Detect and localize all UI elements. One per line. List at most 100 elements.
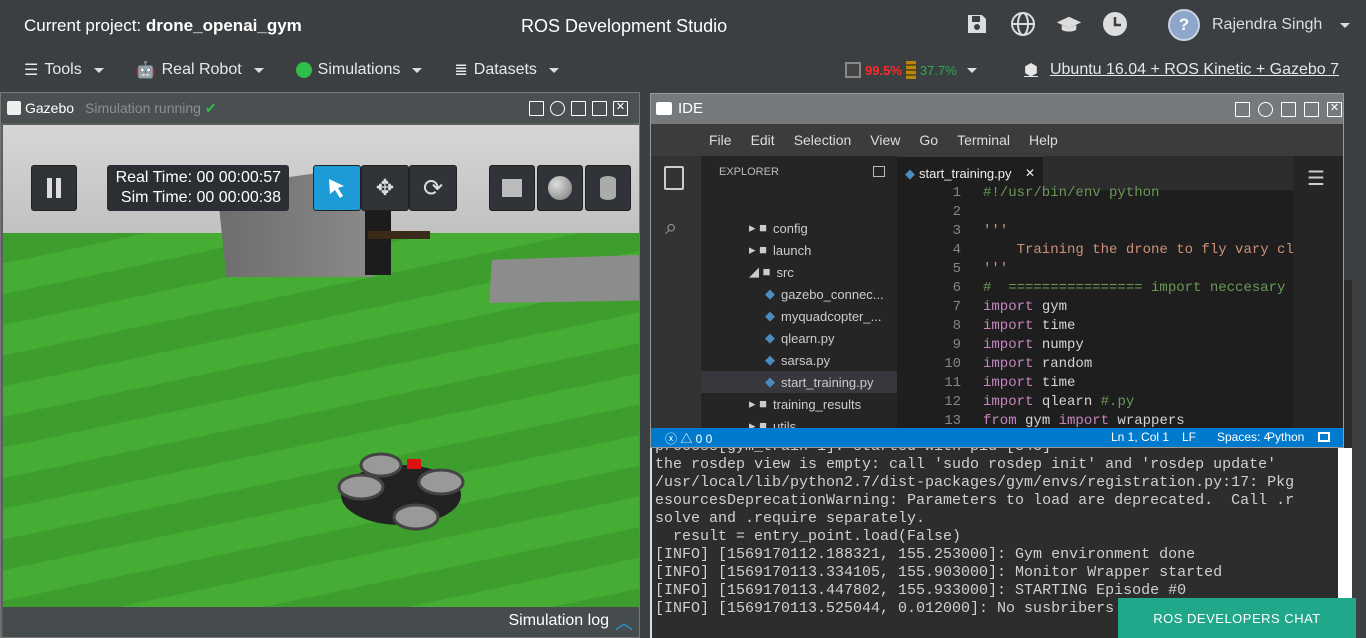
developers-chat-button[interactable]: ROS DEVELOPERS CHAT xyxy=(1118,598,1356,638)
close-icon[interactable]: ✕ xyxy=(1327,102,1342,117)
cylinder-shape-button[interactable] xyxy=(585,165,631,211)
user-menu[interactable]: ? Rajendra Singh xyxy=(1168,9,1351,41)
end-of-line[interactable]: LF xyxy=(1182,430,1196,444)
menu-icon: ☰ xyxy=(24,62,39,79)
save-icon[interactable] xyxy=(964,8,990,40)
terminal-line: the rosdep view is empty: call 'sudo ros… xyxy=(655,456,1277,473)
terminal-line: solve and .require separately. xyxy=(655,510,926,527)
refresh-icon[interactable] xyxy=(1258,102,1273,117)
close-tab-icon[interactable]: ✕ xyxy=(1025,166,1035,180)
real-robot-menu[interactable]: 🤖 Real Robot xyxy=(136,60,264,80)
line-number: 11 xyxy=(944,375,961,391)
list-item[interactable]: ◆ gazebo_connec... xyxy=(701,283,897,305)
studio-title: ROS Development Studio xyxy=(521,16,728,36)
refresh-icon[interactable] xyxy=(550,101,565,116)
resource-stats[interactable]: 99.5% 37.7% xyxy=(845,61,977,79)
list-item[interactable]: ▸ ■ training_results xyxy=(701,393,897,415)
database-icon: ≣ xyxy=(454,62,468,79)
python-file-icon: ◆ xyxy=(765,352,775,367)
sim-time: Sim Time: 00 00:00:38 xyxy=(120,189,281,206)
tab-label: start_training.py xyxy=(919,166,1012,181)
graduation-cap-icon[interactable] xyxy=(1056,8,1082,40)
restore-window-icon[interactable] xyxy=(529,101,544,116)
ide-window: IDE ✕ File Edit Selection View Go Terminal Hel… xyxy=(650,93,1344,448)
ide-menu-selection[interactable]: Selection xyxy=(794,132,852,148)
ide-menu-go[interactable]: Go xyxy=(919,132,938,148)
select-tool-button[interactable] xyxy=(313,165,361,211)
folder-icon: ◢ ■ xyxy=(749,264,771,279)
folder-icon: ▸ ■ xyxy=(749,418,767,428)
python-file-icon: ◆ xyxy=(765,286,775,301)
line-number: 9 xyxy=(952,337,961,353)
tools-label: Tools xyxy=(44,61,82,78)
list-item[interactable]: ◆ start_training.py xyxy=(701,371,897,393)
sphere-shape-button[interactable] xyxy=(537,165,583,211)
file-label: myquadcopter_... xyxy=(781,308,882,324)
panel-toggle-icon[interactable] xyxy=(1318,432,1330,442)
language-mode[interactable]: Python xyxy=(1267,430,1304,444)
minimize-icon[interactable] xyxy=(571,101,586,116)
chevron-down-icon xyxy=(93,67,104,73)
list-item[interactable]: ▸ ■ launch xyxy=(701,239,897,261)
code-editor[interactable]: ◆ start_training.py ✕ 1 #!/usr/bin/env pyth… xyxy=(897,156,1293,428)
cursor-position[interactable]: Ln 1, Col 1 xyxy=(1111,430,1169,444)
python-file-icon: ◆ xyxy=(765,308,775,323)
file-explorer: EXPLORER ▸ ■ config ▸ ■ launch ◢ ■ src ◆ gazebo… xyxy=(701,156,897,428)
translate-tool-button[interactable]: ✥ xyxy=(361,165,409,211)
ide-menubar: File Edit Selection View Go Terminal Help xyxy=(651,124,1343,156)
search-icon[interactable]: ⌕ xyxy=(665,214,677,240)
datasets-menu[interactable]: ≣ Datasets xyxy=(454,60,559,80)
ide-menu-file[interactable]: File xyxy=(709,132,732,148)
list-item[interactable]: ◆ myquadcopter_... xyxy=(701,305,897,327)
rotate-tool-button[interactable]: ⟳ xyxy=(409,165,457,211)
file-label: qlearn.py xyxy=(781,330,835,346)
line-number: 13 xyxy=(944,413,961,428)
list-item[interactable]: ▸ ■ config xyxy=(701,217,897,239)
problems-indicator[interactable]: ⓧ △ 0 0 xyxy=(665,430,712,447)
ide-menu-help[interactable]: Help xyxy=(1029,132,1058,148)
line-number: 1 xyxy=(952,185,961,201)
collapse-all-icon[interactable] xyxy=(873,166,885,177)
chevron-down-icon xyxy=(966,67,977,73)
simulation-status-text: Simulation running xyxy=(85,100,201,116)
minimize-icon[interactable] xyxy=(1281,102,1296,117)
box-shape-button[interactable] xyxy=(489,165,535,211)
list-item[interactable]: ◆ qlearn.py xyxy=(701,327,897,349)
maximize-icon[interactable] xyxy=(592,101,607,116)
environment-link[interactable]: ⬢ Ubuntu 16.04 + ROS Kinetic + Gazebo 7 xyxy=(1024,60,1339,80)
ide-titlebar: IDE ✕ xyxy=(651,94,1343,124)
gazebo-logo-icon xyxy=(7,101,21,115)
restore-window-icon[interactable] xyxy=(1235,102,1250,117)
list-item[interactable]: ◢ ■ src xyxy=(701,261,897,283)
gazebo-viewport[interactable]: Real Time: 00 00:00:57 Sim Time: 00 00:0… xyxy=(3,125,639,637)
pause-button[interactable] xyxy=(31,165,77,211)
code-line: #!/usr/bin/env python xyxy=(983,185,1160,201)
globe-icon[interactable] xyxy=(1010,8,1036,40)
time-display: Real Time: 00 00:00:57 Sim Time: 00 00:0… xyxy=(107,165,289,211)
wall-object xyxy=(489,255,639,303)
simulation-log-toggle[interactable]: Simulation log ︿ xyxy=(3,607,639,637)
cube-icon xyxy=(502,179,522,197)
ide-menu-view[interactable]: View xyxy=(870,132,900,148)
list-item[interactable]: ◆ sarsa.py xyxy=(701,349,897,371)
clock-icon[interactable] xyxy=(1102,8,1128,40)
status-bar: ⓧ △ 0 0 Ln 1, Col 1 LF Spaces: 4 Python xyxy=(651,428,1343,447)
project-name: drone_openai_gym xyxy=(145,16,302,35)
close-icon[interactable]: ✕ xyxy=(613,101,628,116)
list-item[interactable]: ▸ ■ utils xyxy=(701,415,897,428)
list-icon[interactable]: ☰ xyxy=(1307,166,1325,191)
line-number: 4 xyxy=(952,242,961,258)
simulations-menu[interactable]: Simulations xyxy=(295,60,423,80)
files-icon[interactable] xyxy=(664,166,684,190)
cpu-usage: 99.5% xyxy=(865,62,902,78)
problems-count: 0 0 xyxy=(695,432,713,446)
indentation[interactable]: Spaces: 4 xyxy=(1217,430,1270,444)
chevron-down-icon xyxy=(253,67,264,73)
ide-menu-edit[interactable]: Edit xyxy=(751,132,775,148)
tools-menu[interactable]: ☰ Tools xyxy=(24,60,104,80)
code-line: from gym import wrappers xyxy=(983,413,1185,428)
ide-menu-terminal[interactable]: Terminal xyxy=(957,132,1010,148)
maximize-icon[interactable] xyxy=(1304,102,1319,117)
folder-icon: ▸ ■ xyxy=(749,396,767,411)
chevron-down-icon xyxy=(412,67,423,73)
